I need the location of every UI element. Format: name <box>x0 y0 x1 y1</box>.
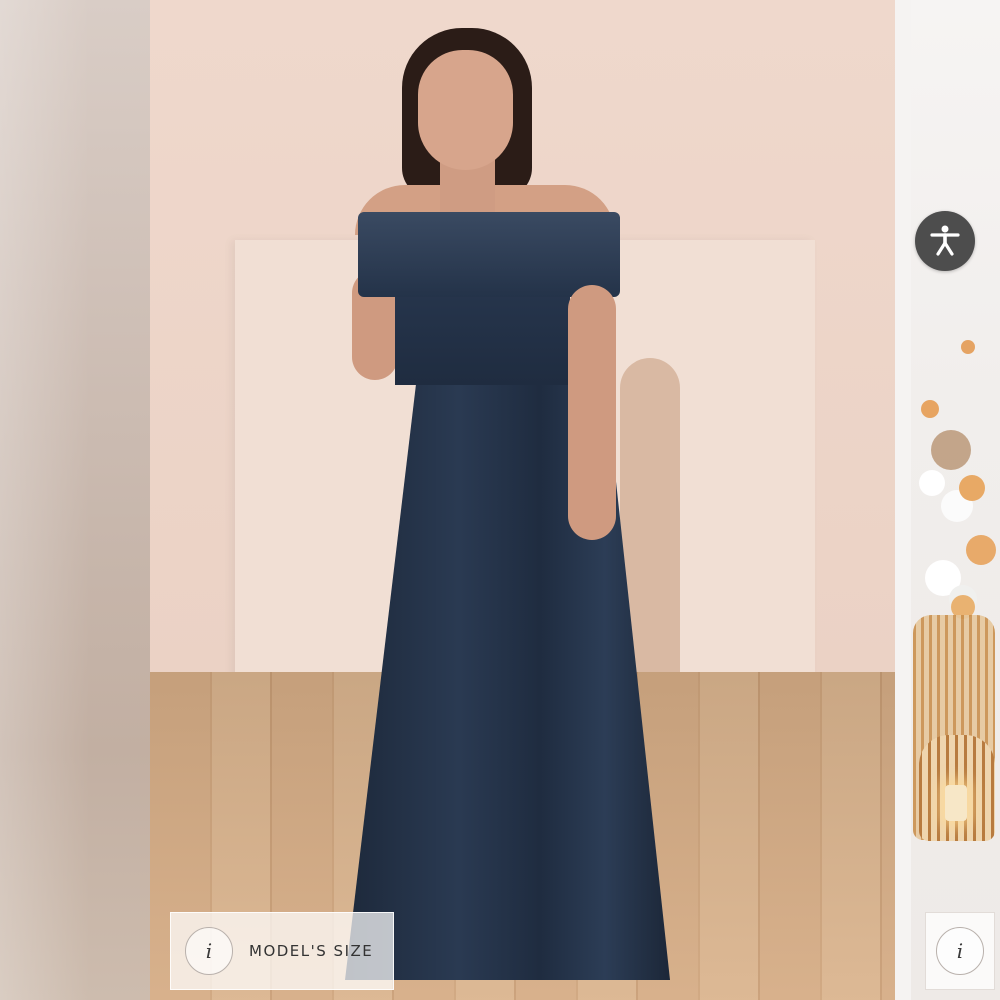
candle <box>945 785 967 821</box>
dress-off-shoulder-neckline <box>358 212 620 297</box>
flower <box>919 470 945 496</box>
foliage <box>931 430 971 470</box>
model-arm-right <box>568 285 616 540</box>
floral-arrangement <box>911 320 1000 620</box>
accessibility-icon <box>930 225 960 256</box>
flower <box>966 535 996 565</box>
dress-bodice <box>395 290 570 385</box>
flower <box>959 475 985 501</box>
next-image-preview[interactable] <box>911 0 1000 1000</box>
model-size-button[interactable]: i MODEL'S SIZE <box>170 912 394 990</box>
flower <box>921 400 939 418</box>
image-divider <box>895 0 911 1000</box>
product-photo[interactable] <box>150 0 895 1000</box>
accessibility-button[interactable] <box>915 211 975 271</box>
info-button[interactable]: i <box>925 912 995 990</box>
previous-image-preview[interactable] <box>0 0 150 1000</box>
info-icon: i <box>936 927 984 975</box>
flower <box>961 340 975 354</box>
info-icon: i <box>185 927 233 975</box>
model-size-label: MODEL'S SIZE <box>249 942 374 960</box>
model-face <box>418 50 513 170</box>
